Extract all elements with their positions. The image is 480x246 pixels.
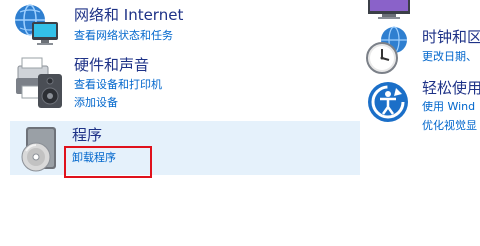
category-title[interactable]: 时钟和区: [422, 28, 480, 46]
category-link[interactable]: 查看设备和打印机: [74, 78, 162, 92]
category-title[interactable]: 网络和 Internet: [74, 6, 183, 24]
category-programs[interactable]: 程序: [10, 121, 360, 175]
category-link[interactable]: 优化视觉显: [422, 119, 477, 133]
monitor-icon[interactable]: [368, 0, 414, 20]
category-hardware-sound: 硬件和声音 查看设备和打印机 添加设备: [10, 52, 360, 114]
network-globe-icon[interactable]: [10, 2, 62, 48]
category-link[interactable]: 添加设备: [74, 96, 118, 110]
printer-speaker-icon[interactable]: [12, 54, 66, 112]
category-clock-region: 时钟和区 更改日期、: [362, 22, 480, 78]
category-title[interactable]: 轻松使用: [422, 79, 480, 97]
category-ease-of-access: 轻松使用 使用 Wind 优化视觉显: [362, 78, 480, 138]
category-link[interactable]: 使用 Wind: [422, 100, 475, 114]
ease-of-access-icon[interactable]: [366, 80, 410, 124]
uninstall-program-link[interactable]: 卸载程序: [72, 151, 116, 165]
category-title[interactable]: 程序: [72, 126, 102, 144]
clock-globe-icon[interactable]: [364, 26, 410, 76]
category-title[interactable]: 硬件和声音: [74, 56, 149, 74]
category-link[interactable]: 查看网络状态和任务: [74, 29, 173, 43]
category-link[interactable]: 更改日期、: [422, 50, 477, 64]
programs-disc-icon[interactable]: [14, 123, 62, 175]
category-network: 网络和 Internet 查看网络状态和任务: [10, 0, 360, 50]
